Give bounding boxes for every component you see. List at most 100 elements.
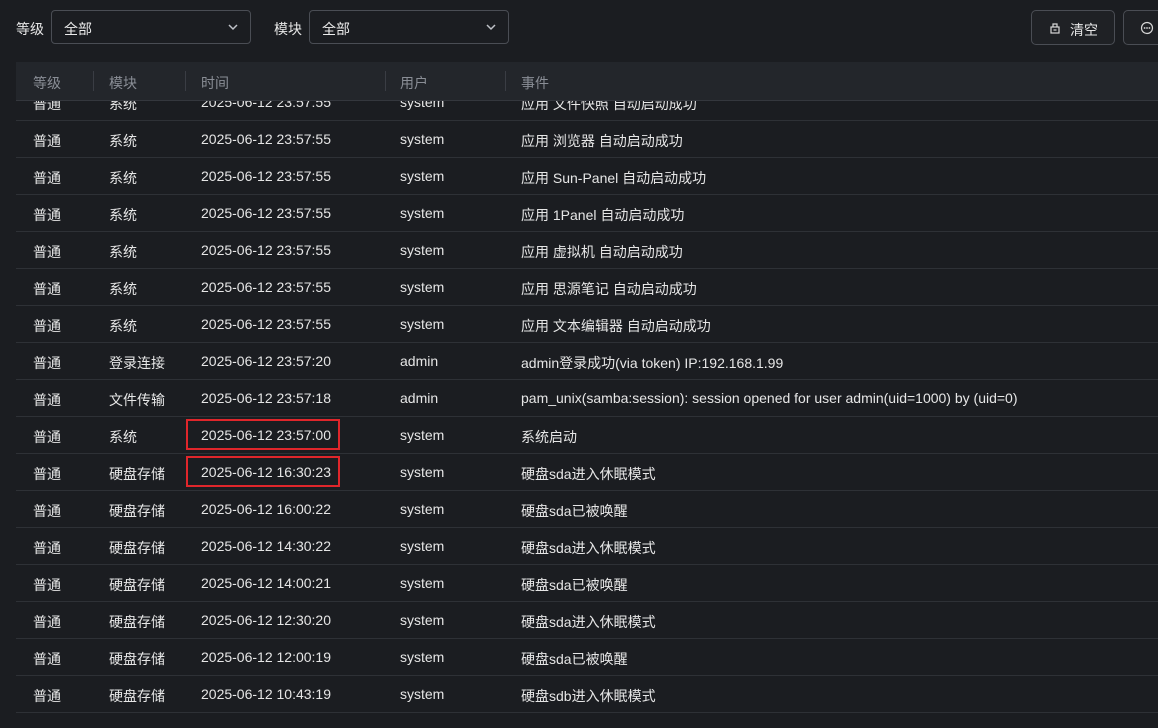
row-user: system (400, 316, 445, 332)
row-event: 硬盘sda已被唤醒 (521, 503, 628, 519)
row-event: 应用 文本编辑器 自动启动成功 (521, 318, 711, 334)
row-level: 普通 (33, 466, 61, 482)
row-time: 2025-06-12 12:30:20 (201, 612, 331, 628)
row-time: 2025-06-12 23:57:55 (201, 131, 331, 147)
row-time: 2025-06-12 23:57:18 (201, 390, 331, 406)
clear-button[interactable]: 清空 (1031, 10, 1115, 45)
module-select[interactable]: 全部 (309, 10, 509, 44)
row-module: 硬盘存储 (109, 651, 165, 667)
table-row[interactable]: 普通 系统 2025-06-12 23:57:55 system 应用 Sun-Pane… (16, 158, 1158, 195)
column-divider (93, 71, 94, 91)
row-time: 2025-06-12 14:00:21 (201, 575, 331, 591)
table-row[interactable]: 普通 硬盘存储 2025-06-12 14:30:22 system 硬盘sda进入休眠… (16, 528, 1158, 565)
row-user: system (400, 538, 445, 554)
row-level: 普通 (33, 170, 61, 186)
row-event: 应用 思源笔记 自动启动成功 (521, 281, 697, 297)
row-time: 2025-06-12 23:57:55 (201, 242, 331, 258)
table-row[interactable]: 普通 系统 2025-06-12 23:57:00 system 系统启动 (16, 417, 1158, 454)
row-level: 普通 (33, 614, 61, 630)
table-row[interactable]: 普通 硬盘存储 2025-06-12 12:00:19 system 硬盘sda已被唤醒 (16, 639, 1158, 676)
row-user: admin (400, 390, 439, 406)
table-row[interactable]: 普通 文件传输 2025-06-12 23:57:18 admin pam_unix(s… (16, 380, 1158, 417)
row-level: 普通 (33, 355, 61, 371)
row-module: 系统 (109, 244, 137, 260)
row-user: admin (400, 353, 439, 369)
row-level: 普通 (33, 577, 61, 593)
row-event: 硬盘sda进入休眠模式 (521, 614, 656, 630)
row-module: 系统 (109, 318, 137, 334)
level-select[interactable]: 全部 (51, 10, 251, 44)
row-user: system (400, 279, 445, 295)
table-row[interactable]: 普通 硬盘存储 2025-06-12 14:00:21 system 硬盘sda已被唤醒 (16, 565, 1158, 602)
table-row[interactable]: 普通 硬盘存储 2025-06-12 16:00:22 system 硬盘sda已被唤醒 (16, 491, 1158, 528)
row-event: pam_unix(samba:session): session opened … (521, 390, 1018, 406)
table-row[interactable]: 普通 硬盘存储 2025-06-12 16:30:23 system 硬盘sda进入休眠… (16, 454, 1158, 491)
row-time: 2025-06-12 16:00:22 (201, 501, 331, 517)
row-level: 普通 (33, 318, 61, 334)
row-time: 2025-06-12 23:57:55 (201, 168, 331, 184)
table-row[interactable]: 普通 系统 2025-06-12 23:57:55 system 应用 1Panel 自… (16, 195, 1158, 232)
row-user: system (400, 427, 445, 443)
table-row[interactable]: 普通 登录连接 2025-06-12 23:57:20 admin admin登录成功(… (16, 343, 1158, 380)
row-time: 2025-06-12 10:43:19 (201, 686, 331, 702)
highlight-box (186, 419, 340, 450)
table-row[interactable]: 普通 系统 2025-06-12 23:57:55 system 应用 文本编辑器 自动… (16, 306, 1158, 343)
row-level: 普通 (33, 133, 61, 149)
column-divider (505, 71, 506, 91)
column-header-time[interactable]: 时间 (201, 73, 229, 93)
column-header-user[interactable]: 用户 (400, 73, 428, 93)
level-select-value: 全部 (64, 21, 92, 37)
row-user: system (400, 131, 445, 147)
row-time: 2025-06-12 23:57:55 (201, 279, 331, 295)
row-time: 2025-06-12 23:57:55 (201, 205, 331, 221)
level-filter-label: 等级 (16, 21, 44, 37)
column-header-level[interactable]: 等级 (33, 73, 61, 93)
row-module: 系统 (109, 281, 137, 297)
more-icon (1140, 21, 1154, 35)
row-module: 硬盘存储 (109, 540, 165, 556)
column-divider (385, 71, 386, 91)
table-row[interactable]: 普通 系统 2025-06-12 23:57:55 system 应用 浏览器 自动启动… (16, 121, 1158, 158)
row-user: system (400, 575, 445, 591)
row-module: 硬盘存储 (109, 614, 165, 630)
column-divider (185, 71, 186, 91)
row-event: 应用 虚拟机 自动启动成功 (521, 244, 683, 260)
clear-button-label: 清空 (1070, 22, 1098, 38)
row-user: system (400, 464, 445, 480)
row-event: admin登录成功(via token) IP:192.168.1.99 (521, 355, 784, 371)
row-time: 2025-06-12 12:00:19 (201, 649, 331, 665)
table-row[interactable]: 普通 硬盘存储 2025-06-12 12:30:20 system 硬盘sda进入休眠… (16, 602, 1158, 639)
row-level: 普通 (33, 503, 61, 519)
row-event: 应用 Sun-Panel 自动启动成功 (521, 170, 707, 186)
more-button[interactable] (1123, 10, 1158, 45)
row-event: 硬盘sda进入休眠模式 (521, 466, 656, 482)
row-time: 2025-06-12 23:57:55 (201, 316, 331, 332)
row-event: 系统启动 (521, 429, 577, 445)
filter-toolbar: 等级 全部 模块 全部 清空 (0, 0, 1158, 62)
table-row[interactable]: 普通 硬盘存储 2025-06-12 10:43:19 system 硬盘sdb进入休眠… (16, 676, 1158, 713)
row-module: 系统 (109, 133, 137, 149)
row-module: 硬盘存储 (109, 688, 165, 704)
row-user: system (400, 612, 445, 628)
row-level: 普通 (33, 688, 61, 704)
row-event: 硬盘sda已被唤醒 (521, 651, 628, 667)
table-row[interactable]: 普通 系统 2025-06-12 23:57:55 system 应用 虚拟机 自动启动… (16, 232, 1158, 269)
row-module: 系统 (109, 429, 137, 445)
clean-icon (1050, 23, 1060, 34)
row-level: 普通 (33, 540, 61, 556)
row-level: 普通 (33, 392, 61, 408)
row-event: 应用 1Panel 自动启动成功 (521, 207, 685, 223)
module-select-value: 全部 (322, 21, 350, 37)
table-body: 普通 系统 2025-06-12 23:57:55 system 应用 文件快照 自动启… (16, 94, 1158, 728)
module-filter-label: 模块 (274, 21, 302, 37)
row-time: 2025-06-12 23:57:20 (201, 353, 331, 369)
log-table: 等级 模块 时间 用户 事件 普通 系统 2025-06-12 23:57:55 sy… (16, 62, 1158, 728)
row-module: 系统 (109, 170, 137, 186)
column-header-module[interactable]: 模块 (109, 73, 137, 93)
highlight-box (186, 456, 340, 487)
row-user: system (400, 242, 445, 258)
row-user: system (400, 649, 445, 665)
column-header-event[interactable]: 事件 (521, 73, 549, 93)
table-row[interactable]: 普通 系统 2025-06-12 23:57:55 system 应用 思源笔记 自动启… (16, 269, 1158, 306)
row-time: 2025-06-12 14:30:22 (201, 538, 331, 554)
